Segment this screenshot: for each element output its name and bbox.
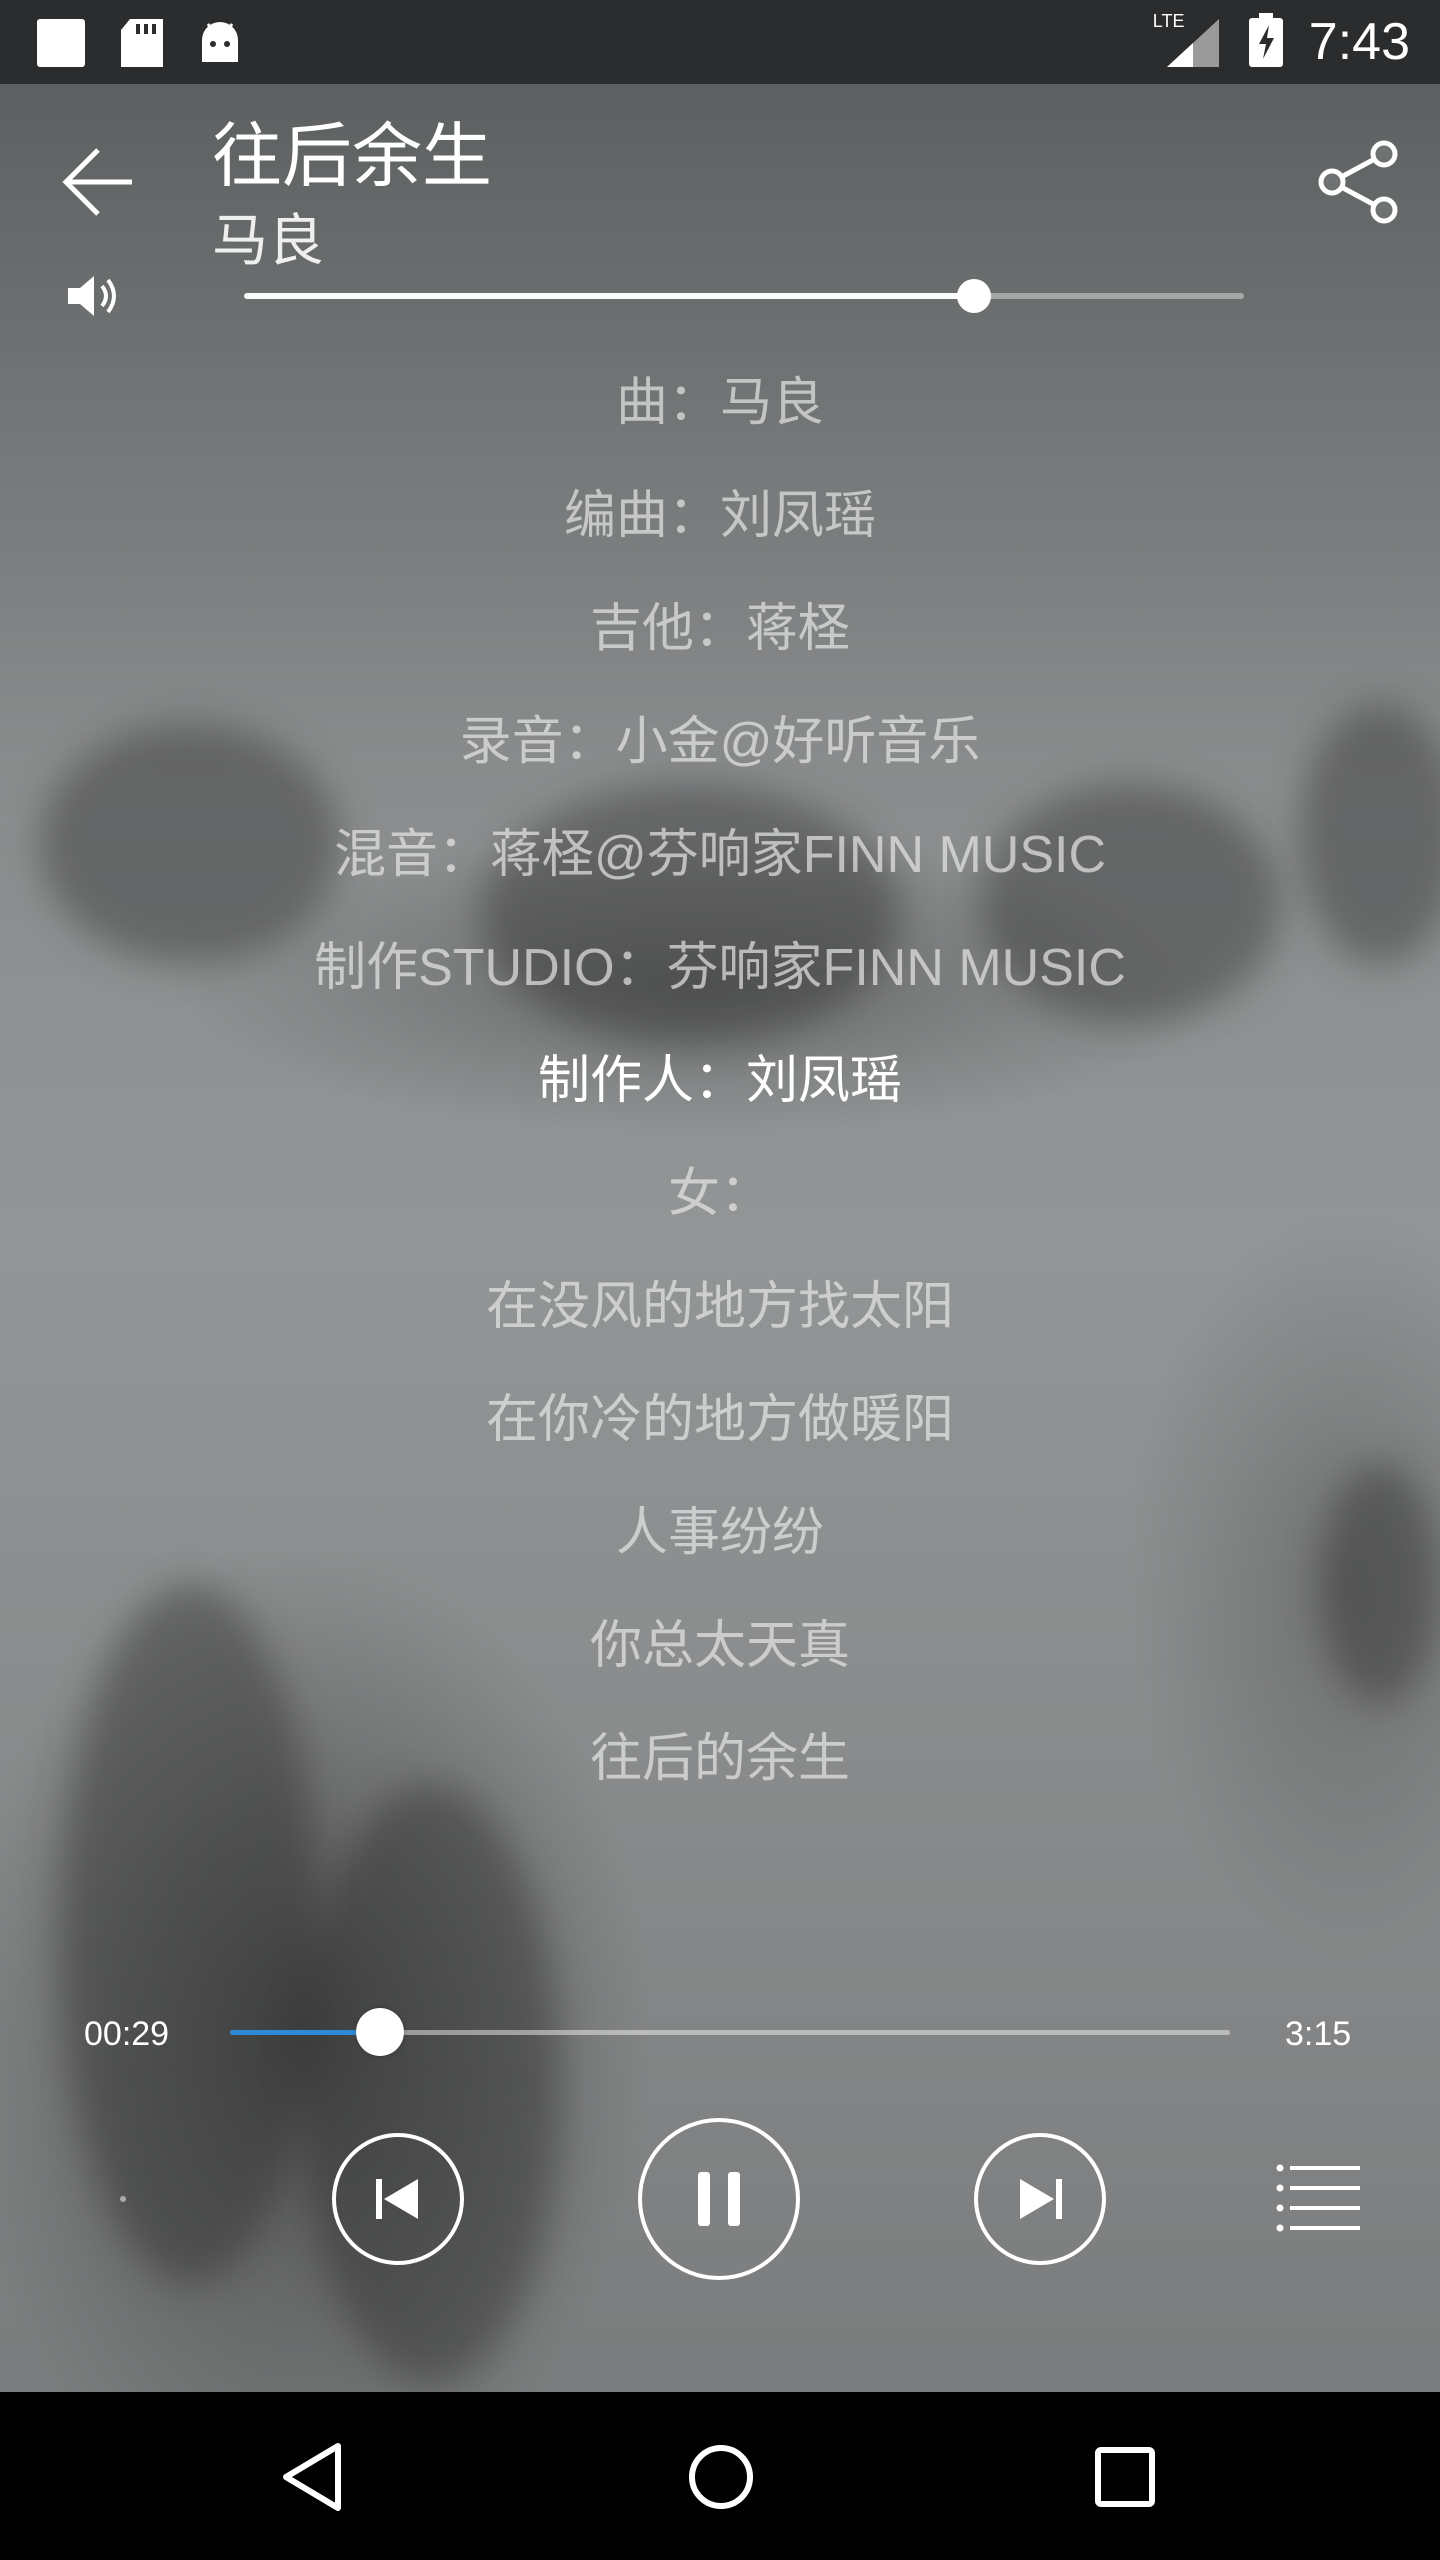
lyric-line: 录音：小金@好听音乐 xyxy=(459,713,981,771)
lyric-line: 往后的余生 xyxy=(589,1730,850,1788)
lyric-line: 女： xyxy=(667,1165,772,1223)
lyric-line: 曲：马良 xyxy=(615,374,824,432)
share-icon xyxy=(1318,140,1398,224)
nav-back-button[interactable] xyxy=(272,2432,362,2522)
previous-button[interactable] xyxy=(332,2133,464,2265)
system-navigation-bar xyxy=(0,2392,1440,2560)
network-label: LTE xyxy=(1152,11,1185,31)
lyric-line: 混音：蒋柽@芬响家FINN MUSIC xyxy=(333,826,1107,884)
next-button[interactable] xyxy=(974,2133,1106,2265)
song-title: 往后余生 xyxy=(212,117,492,195)
circle-home-icon xyxy=(689,2445,753,2509)
android-icon xyxy=(198,18,242,72)
battery-charging-icon xyxy=(1248,13,1283,71)
lyric-line: 在没风的地方找太阳 xyxy=(485,1278,954,1336)
lyric-line: 编曲：刘凤瑶 xyxy=(563,487,876,545)
seek-bar-thumb[interactable] xyxy=(356,2008,404,2056)
arrow-left-icon xyxy=(62,148,132,216)
song-artist: 马良 xyxy=(212,209,324,272)
lyric-line: 人事纷纷 xyxy=(615,1504,824,1562)
status-time: 7:43 xyxy=(1308,13,1410,71)
square-recents-icon xyxy=(1095,2447,1155,2507)
playlist-icon xyxy=(1276,2164,1360,2232)
play-mode-indicator[interactable] xyxy=(120,2196,126,2202)
volume-slider[interactable] xyxy=(244,279,1244,313)
back-button[interactable] xyxy=(50,134,146,230)
skip-previous-icon xyxy=(376,2179,418,2219)
lyric-line: 制作STUDIO：芬响家FINN MUSIC xyxy=(314,939,1126,997)
nav-recents-button[interactable] xyxy=(1080,2432,1170,2522)
volume-slider-thumb[interactable] xyxy=(957,279,991,313)
nav-home-button[interactable] xyxy=(676,2432,766,2522)
lyric-line-active: 制作人：刘凤瑶 xyxy=(537,1052,902,1110)
notification-square-icon xyxy=(36,18,86,72)
volume-slider-fill xyxy=(244,293,974,299)
total-time: 3:15 xyxy=(1285,2015,1352,2053)
pause-icon xyxy=(698,2172,740,2226)
sd-card-icon xyxy=(120,18,164,72)
lyric-line: 在你冷的地方做暖阳 xyxy=(485,1391,954,1449)
status-bar: LTE 7:43 xyxy=(0,0,1440,84)
skip-next-icon xyxy=(1020,2179,1062,2219)
triangle-back-icon xyxy=(283,2443,341,2511)
playlist-button[interactable] xyxy=(1276,2162,1360,2234)
current-time: 00:29 xyxy=(84,2015,170,2053)
signal-icon: LTE xyxy=(1153,11,1223,69)
pause-button[interactable] xyxy=(638,2118,800,2280)
share-button[interactable] xyxy=(1310,134,1406,230)
seek-bar[interactable] xyxy=(230,2008,1230,2056)
lyric-line: 你总太天真 xyxy=(589,1617,850,1675)
music-player-screen: LTE 7:43 往后余生 马良 曲：马良 编曲：刘凤瑶 吉他：蒋柽 录音：小金… xyxy=(0,0,1440,2560)
volume-icon[interactable] xyxy=(64,268,120,324)
lyric-line: 吉他：蒋柽 xyxy=(589,600,850,658)
